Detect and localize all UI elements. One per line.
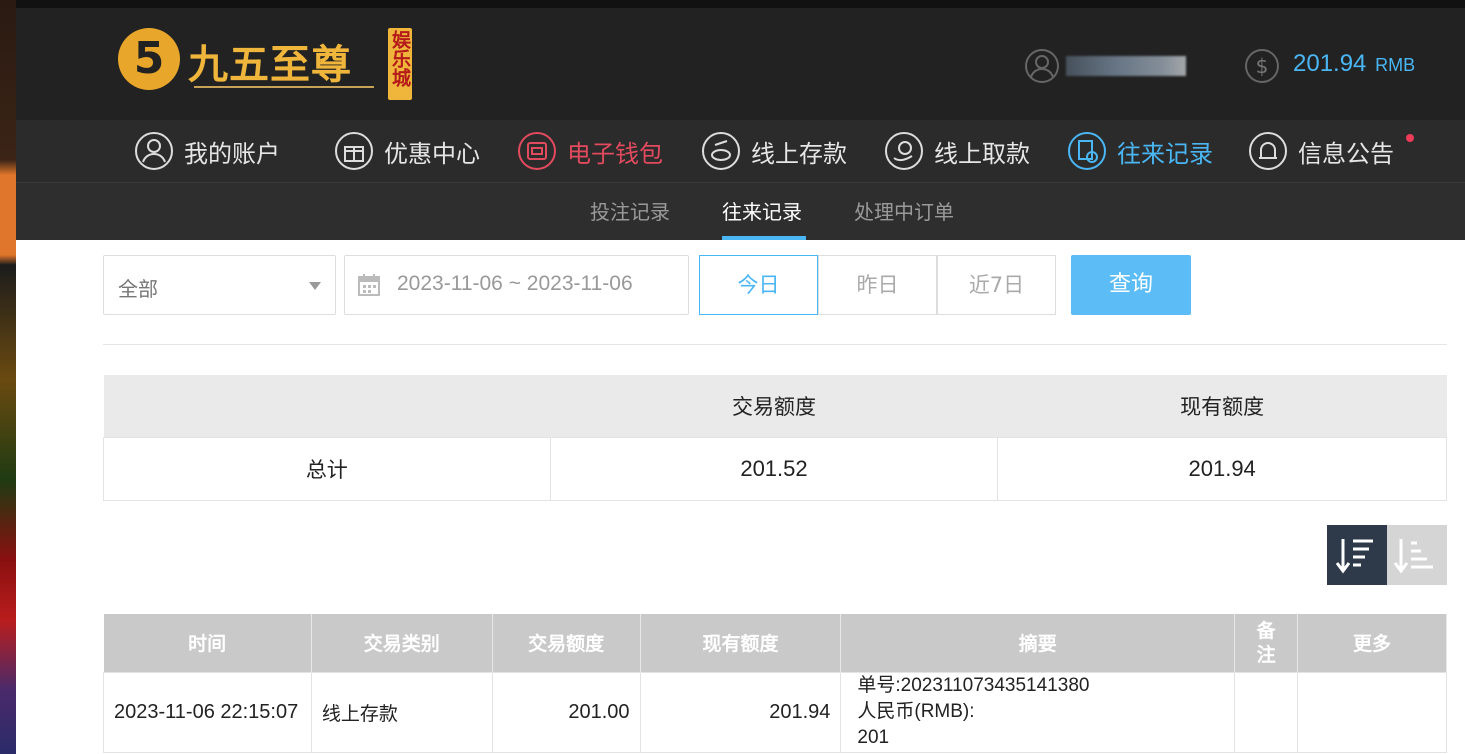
deposit-icon [702,132,740,170]
calendar-icon [358,274,380,296]
nav-label: 信息公告 [1298,139,1394,168]
summary-header-blank [103,375,551,437]
dollar-icon: $ [1245,49,1279,83]
summary-total-label: 总计 [103,436,551,501]
summary-header-trade: 交易额度 [550,375,998,437]
notification-dot [1406,134,1414,142]
summary-current-amount: 201.94 [997,436,1447,501]
nav-promotions[interactable]: 优惠中心 [334,130,480,172]
username-blurred[interactable] [1066,56,1186,76]
nav-label: 线上取款 [934,139,1030,168]
withdraw-icon [885,132,923,170]
nav-e-wallet[interactable]: 电子钱包 [517,130,663,172]
logo-mark: 5 [118,28,180,90]
bell-icon [1249,132,1287,170]
nav-label: 优惠中心 [384,139,480,168]
col-type: 交易类别 [311,614,493,672]
tab-bet-records[interactable]: 投注记录 [590,196,670,225]
date-range-input[interactable]: 2023-11-06 ~ 2023-11-06 [344,255,689,315]
col-amount: 交易额度 [492,614,641,672]
user-avatar-icon[interactable] [1024,48,1060,84]
nav-label: 线上存款 [751,139,847,168]
nav-label: 电子钱包 [567,139,663,168]
date-range-value: 2023-11-06 ~ 2023-11-06 [397,272,633,295]
summary-value: 201 [857,727,890,748]
sort-ascending-button[interactable] [1387,525,1447,585]
cell-more[interactable] [1297,671,1447,753]
balance-value: 201.94 [1293,50,1367,77]
cell-summary: 单号:202311073435141380 人民币(RMB): 201 [840,671,1236,753]
query-button[interactable]: 查询 [1071,255,1191,315]
wallet-icon [518,132,556,170]
col-more: 更多 [1297,614,1447,672]
logo[interactable]: 5 九五至尊 娱乐城 [118,22,418,102]
col-note: 备注 [1234,614,1299,672]
nav-online-withdraw[interactable]: 线上取款 [884,130,1030,172]
nav-label: 往来记录 [1117,139,1213,168]
last-7-days-button[interactable]: 近7日 [937,255,1056,315]
logo-tag: 娱乐城 [388,28,412,100]
cell-amount: 201.00 [491,671,641,753]
logo-tag-text: 娱乐城 [389,30,411,87]
type-select[interactable]: 全部 [103,255,336,315]
col-balance: 现有额度 [640,614,842,672]
sort-ascending-icon [1393,539,1433,574]
col-note-text: 备注 [1256,619,1276,666]
table-row: 2023-11-06 22:15:07 线上存款 201.00 201.94 单… [103,671,1447,753]
tab-pending-orders[interactable]: 处理中订单 [854,196,954,225]
nav-my-account[interactable]: 我的账户 [134,130,280,172]
logo-ornament [194,86,374,94]
summary-row: 总计 201.52 201.94 [103,436,1447,501]
nav-label: 我的账户 [184,139,280,168]
sort-descending-button[interactable] [1327,525,1387,585]
cell-balance: 201.94 [639,671,842,753]
nav-announcements[interactable]: 信息公告 [1248,130,1394,172]
sort-descending-icon [1335,539,1373,574]
summary-header-row: 交易额度 现有额度 [103,375,1447,437]
nav-online-deposit[interactable]: 线上存款 [701,130,847,172]
type-select-value: 全部 [118,277,158,301]
svg-text:$: $ [1256,54,1269,78]
today-button[interactable]: 今日 [699,255,818,315]
summary-trade-amount: 201.52 [549,436,999,501]
tab-transaction-records[interactable]: 往来记录 [722,196,802,225]
summary-header-current: 现有额度 [997,375,1447,437]
summary-table: 交易额度 现有额度 总计 201.52 201.94 [103,375,1447,501]
summary-currency: 人民币(RMB): [857,701,975,722]
logo-name: 九五至尊 [188,41,352,88]
cell-note [1234,671,1299,753]
col-summary: 摘要 [840,614,1236,672]
nav-transaction-records[interactable]: 往来记录 [1067,130,1213,172]
active-tab-indicator [722,236,806,240]
yesterday-button[interactable]: 昨日 [818,255,937,315]
user-icon [135,132,173,170]
divider [103,344,1447,345]
summary-order-no: 单号:202311073435141380 [857,675,1090,696]
col-time: 时间 [103,614,312,672]
records-table: 时间 交易类别 交易额度 现有额度 摘要 备注 更多 2023-11-06 22… [103,614,1447,753]
cell-type: 线上存款 [310,671,493,753]
balance-unit: RMB [1375,55,1416,75]
gift-icon [335,132,373,170]
background-strip [0,0,16,754]
chevron-down-icon [309,282,321,290]
cell-time: 2023-11-06 22:15:07 [103,671,312,753]
records-header-row: 时间 交易类别 交易额度 现有额度 摘要 备注 更多 [103,614,1447,672]
balance-display: 201.94 RMB [1293,50,1415,78]
record-icon [1068,132,1106,170]
